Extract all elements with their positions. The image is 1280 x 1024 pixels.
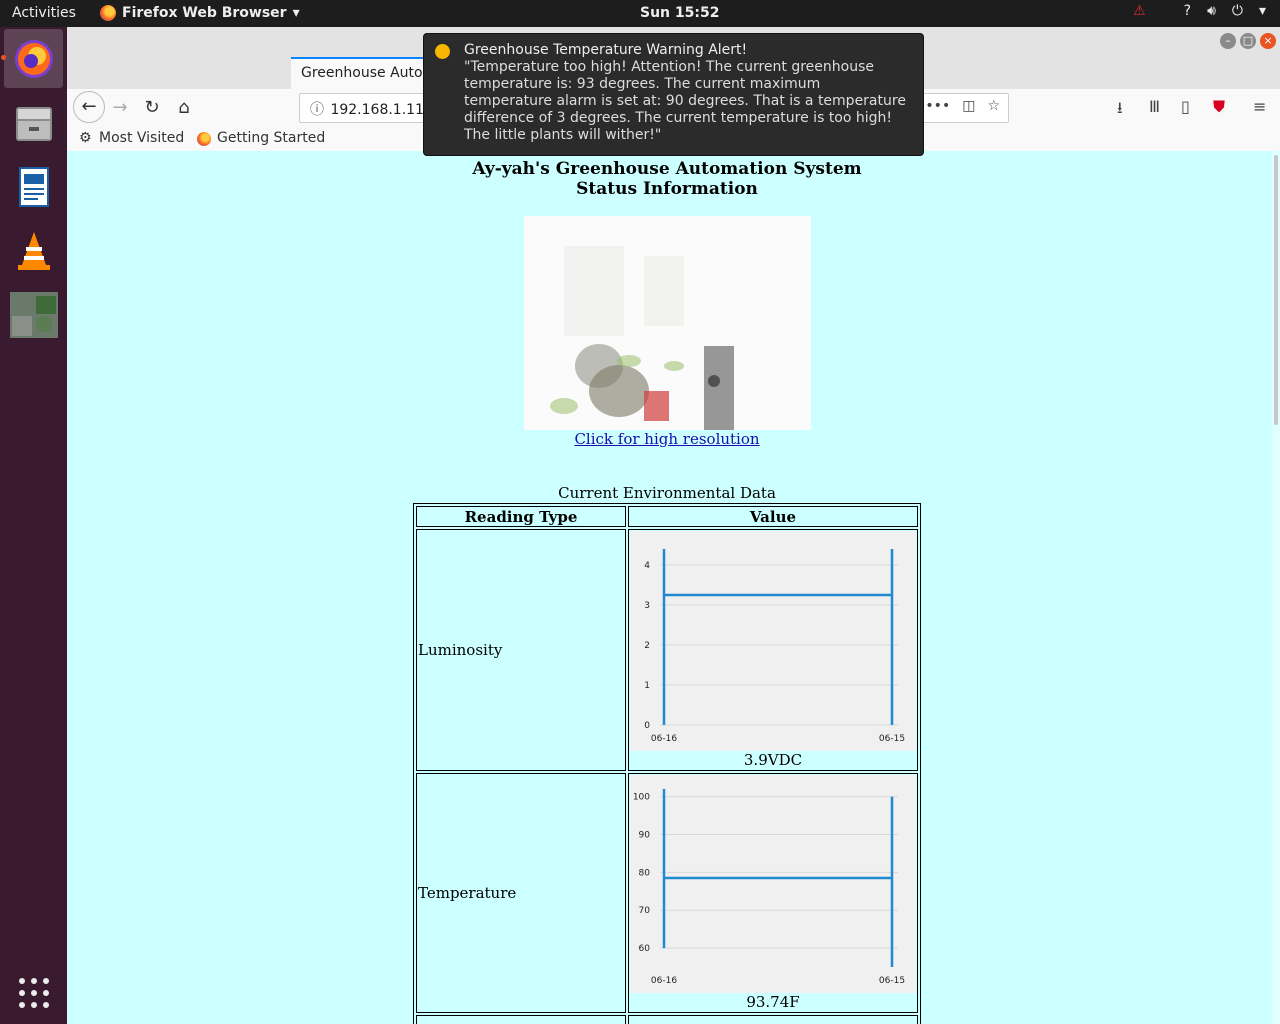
y-tick-label: 4 [644,561,650,571]
hamburger-menu-icon[interactable]: ≡ [1253,97,1266,116]
show-applications-button[interactable] [4,963,63,1022]
x-tick-label: 06-15 [879,976,905,986]
y-tick-label: 1 [644,681,650,691]
hires-link-wrap: Click for high resolution [67,430,1267,448]
document-icon [18,166,49,207]
file-cabinet-icon [15,106,52,141]
sidebar-icon[interactable]: ▯ [1181,97,1190,116]
bookmark-star-icon[interactable]: ☆ [987,98,1000,114]
close-button[interactable]: × [1260,33,1276,49]
notification-popup[interactable]: Greenhouse Temperature Warning Alert! "T… [423,33,924,156]
downloads-icon[interactable]: ⭳ [1117,97,1123,124]
luminosity-chart: 0 1 2 3 4 06-16 06-15 [630,531,916,751]
temperature-chart-svg: 60 70 80 90 100 06-16 06-15 [633,789,905,986]
scrollbar-thumb[interactable] [1274,155,1278,425]
high-resolution-link[interactable]: Click for high resolution [574,430,759,448]
top-bar: Activities Firefox Web Browser ▾ Sun 15:… [0,0,1280,27]
app-grid-icon [18,977,49,1008]
back-button[interactable]: ← [73,91,105,123]
home-button[interactable]: ⌂ [171,95,197,121]
photo-thumbnail-icon [9,291,58,338]
reading-type-temperature: Temperature [416,773,626,1013]
y-tick-label: 70 [639,906,651,916]
dock-image-viewer[interactable] [4,285,63,344]
x-tick-label: 06-16 [651,976,677,986]
y-tick-label: 90 [639,830,651,840]
y-tick-label: 0 [644,721,650,731]
info-icon[interactable]: ⓘ [310,99,326,119]
reading-type-luminosity: Luminosity [416,529,626,771]
url-actions: ••• ◫ ☆ [925,98,1000,114]
gear-icon: ⚙ [79,130,92,146]
activities-button[interactable]: Activities [12,5,76,21]
dock-files[interactable] [4,93,63,152]
browser-window: Greenhouse Auton – □ × ← → ↻ ⌂ ⓘ 192.168… [67,27,1280,1024]
window-controls: – □ × [1220,33,1276,49]
bookmark-most-visited[interactable]: Most Visited [99,130,184,146]
dock-writer[interactable] [4,157,63,216]
table-row: Temperature 60 70 80 90 100 06-16 06-15 93.74F [416,773,918,1013]
x-tick-label: 06-15 [879,734,905,744]
system-tray[interactable]: ⚠ ? 🔊︎ ⏻ ▾ [1133,3,1266,19]
pocket-icon[interactable]: ◫ [962,98,975,114]
x-tick-label: 06-16 [651,734,677,744]
y-tick-label: 60 [639,944,651,954]
y-tick-label: 2 [644,641,650,651]
value-cell: 60 70 80 90 100 06-16 06-15 93.74F [628,773,918,1013]
firefox-icon [197,132,211,146]
app-menu[interactable]: Firefox Web Browser ▾ [100,5,300,21]
maximize-button[interactable]: □ [1240,33,1256,49]
url-text: 192.168.1.118 [330,102,433,118]
page-content: Ay-yah's Greenhouse Automation System St… [67,151,1280,1024]
minimize-button[interactable]: – [1220,33,1236,49]
y-tick-label: 100 [633,793,650,803]
value-cell: 0 1 2 3 4 06-16 06-15 3.9VDC [628,529,918,771]
temperature-reading: 93.74F [746,993,800,1011]
temperature-chart: 60 70 80 90 100 06-16 06-15 [630,775,916,993]
library-icon[interactable]: Ⅲ [1149,97,1160,116]
value-cell [628,1015,918,1024]
firefox-icon [100,5,116,21]
firefox-icon [14,39,53,78]
traffic-cone-icon [17,231,50,270]
more-actions-icon[interactable]: ••• [925,98,950,114]
help-icon[interactable]: ? [1184,3,1191,19]
notification-title: Greenhouse Temperature Warning Alert! [464,42,748,58]
warning-icon[interactable]: ⚠ [1133,3,1146,19]
table-row [416,1015,918,1024]
table-row: Luminosity 0 1 2 3 4 06-16 06-15 3.9VDC [416,529,918,771]
running-indicator [1,55,6,60]
reading-type-cell [416,1015,626,1024]
volume-icon[interactable]: 🔊︎ [1207,3,1216,19]
notification-body: "Temperature too high! Attention! The cu… [464,59,906,143]
app-menu-label: Firefox Web Browser [122,5,287,21]
forward-button[interactable]: → [107,95,133,121]
smiley-icon [435,44,450,59]
dock [0,27,67,1024]
shield-icon[interactable]: ⛊ [1213,97,1225,117]
bookmark-getting-started[interactable]: Getting Started [217,130,325,146]
luminosity-chart-svg: 0 1 2 3 4 06-16 06-15 [644,549,905,744]
column-header-reading-type: Reading Type [416,506,626,527]
power-icon[interactable]: ⏻ [1232,3,1243,19]
table-caption: Current Environmental Data [558,484,776,502]
reload-button[interactable]: ↻ [139,95,165,121]
dock-vlc[interactable] [4,221,63,280]
y-tick-label: 3 [644,601,650,611]
luminosity-reading: 3.9VDC [743,751,803,769]
page-scrollbar[interactable] [1272,151,1280,1024]
column-header-value: Value [628,506,918,527]
y-tick-label: 80 [639,868,651,878]
clock[interactable]: Sun 15:52 [640,5,719,21]
page-title: Ay-yah's Greenhouse Automation System [472,159,862,179]
environment-table: Reading Type Value Luminosity 0 1 2 3 4 06-16… [413,503,921,1024]
chevron-down-icon[interactable]: ▾ [1259,3,1266,19]
dock-firefox[interactable] [1,29,63,88]
greenhouse-camera-image[interactable] [524,216,811,430]
page-subtitle: Status Information [576,179,758,199]
chevron-down-icon: ▾ [292,5,300,21]
table-header-row: Reading Type Value [416,506,918,527]
